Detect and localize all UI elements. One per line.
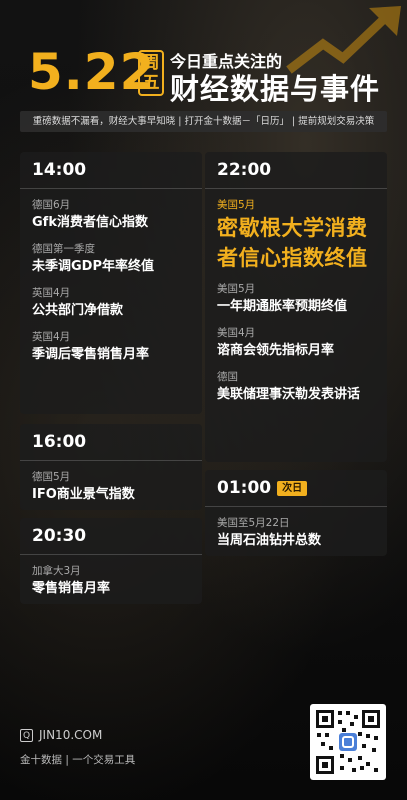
event-name: 密歇根大学消费者信心指数终值 xyxy=(217,216,368,270)
event-item[interactable]: 英国4月 公共部门净借款 xyxy=(32,286,190,321)
card-divider xyxy=(205,506,387,507)
event-country: 加拿大3月 xyxy=(32,565,81,577)
event-item[interactable]: 德国第一季度 未季调GDP年率终值 xyxy=(32,242,190,277)
event-name: 美联储理事沃勒发表讲话 xyxy=(217,387,361,402)
weekday-char-2: 五 xyxy=(142,73,160,93)
event-name: 未季调GDP年率终值 xyxy=(32,259,154,274)
event-item-highlight[interactable]: 美国5月 密歇根大学消费者信心指数终值 xyxy=(217,198,375,273)
event-country: 英国4月 xyxy=(32,331,71,343)
event-item[interactable]: 德国6月 Gfk消费者信心指数 xyxy=(32,198,190,233)
event-country: 德国6月 xyxy=(32,199,71,211)
event-item[interactable]: 加拿大3月 零售销售月率 xyxy=(32,564,190,599)
event-name: 零售销售月率 xyxy=(32,581,111,596)
event-name: 当周石油钻井总数 xyxy=(217,533,322,548)
page-title: 财经数据与事件 xyxy=(170,72,381,106)
header: 5.22 周 五 今日重点关注的 财经数据与事件 xyxy=(0,0,407,110)
card-time: 01:00 次日 xyxy=(217,470,375,506)
event-item[interactable]: 德国5月 IFO商业景气指数 xyxy=(32,470,190,505)
footer-tagline: 金十数据 | 一个交易工具 xyxy=(20,754,136,766)
card-divider xyxy=(20,460,202,461)
card-time: 22:00 xyxy=(217,160,272,180)
event-name: IFO商业景气指数 xyxy=(32,487,135,502)
event-country: 美国4月 xyxy=(217,327,256,339)
event-country: 德国5月 xyxy=(32,471,71,483)
footer-logo[interactable]: Q JIN10.COM xyxy=(20,728,102,742)
event-item[interactable]: 美国5月 一年期通胀率预期终值 xyxy=(217,282,375,317)
next-day-badge: 次日 xyxy=(277,480,308,496)
event-country: 美国5月 xyxy=(217,199,256,211)
event-name: 谘商会领先指标月率 xyxy=(217,343,335,358)
weekday-badge: 周 五 xyxy=(138,50,164,96)
event-card-1600[interactable]: 16:00 德国5月 IFO商业景气指数 xyxy=(20,424,202,510)
card-divider xyxy=(205,188,387,189)
card-time: 20:30 xyxy=(32,526,87,546)
event-item[interactable]: 德国 美联储理事沃勒发表讲话 xyxy=(217,370,375,405)
event-item[interactable]: 英国4月 季调后零售销售月率 xyxy=(32,330,190,365)
event-country: 英国4月 xyxy=(32,287,71,299)
event-country: 德国第一季度 xyxy=(32,243,95,255)
event-card-2200[interactable]: 22:00 美国5月 密歇根大学消费者信心指数终值 美国5月 一年期通胀率预期终… xyxy=(205,152,387,462)
site-url[interactable]: JIN10.COM xyxy=(39,728,102,742)
card-time: 16:00 xyxy=(32,432,87,452)
card-divider xyxy=(20,188,202,189)
event-country: 美国至5月22日 xyxy=(217,517,290,529)
logo-icon: Q xyxy=(20,728,33,742)
tagline-bar: 重磅数据不漏看，财经大事早知晓 | 打开金十数据－「日历」 | 提前规划交易决策 xyxy=(20,111,387,132)
event-country: 美国5月 xyxy=(217,283,256,295)
card-divider xyxy=(20,554,202,555)
event-item[interactable]: 美国至5月22日 当周石油钻井总数 xyxy=(217,516,375,551)
event-name: Gfk消费者信心指数 xyxy=(32,215,148,230)
qr-code-icon[interactable] xyxy=(310,704,386,780)
event-card-1400[interactable]: 14:00 德国6月 Gfk消费者信心指数 德国第一季度 未季调GDP年率终值 … xyxy=(20,152,202,414)
event-item[interactable]: 美国4月 谘商会领先指标月率 xyxy=(217,326,375,361)
event-country: 德国 xyxy=(217,371,238,383)
event-card-0100[interactable]: 01:00 次日 美国至5月22日 当周石油钻井总数 xyxy=(205,470,387,556)
event-card-2030[interactable]: 20:30 加拿大3月 零售销售月率 xyxy=(20,518,202,604)
card-time: 14:00 xyxy=(32,160,87,180)
event-name: 一年期通胀率预期终值 xyxy=(217,299,348,314)
weekday-char-1: 周 xyxy=(142,53,160,73)
event-name: 公共部门净借款 xyxy=(32,303,124,318)
date-label: 5.22 xyxy=(28,43,156,101)
event-name: 季调后零售销售月率 xyxy=(32,347,150,362)
card-time-text: 01:00 xyxy=(217,478,272,498)
